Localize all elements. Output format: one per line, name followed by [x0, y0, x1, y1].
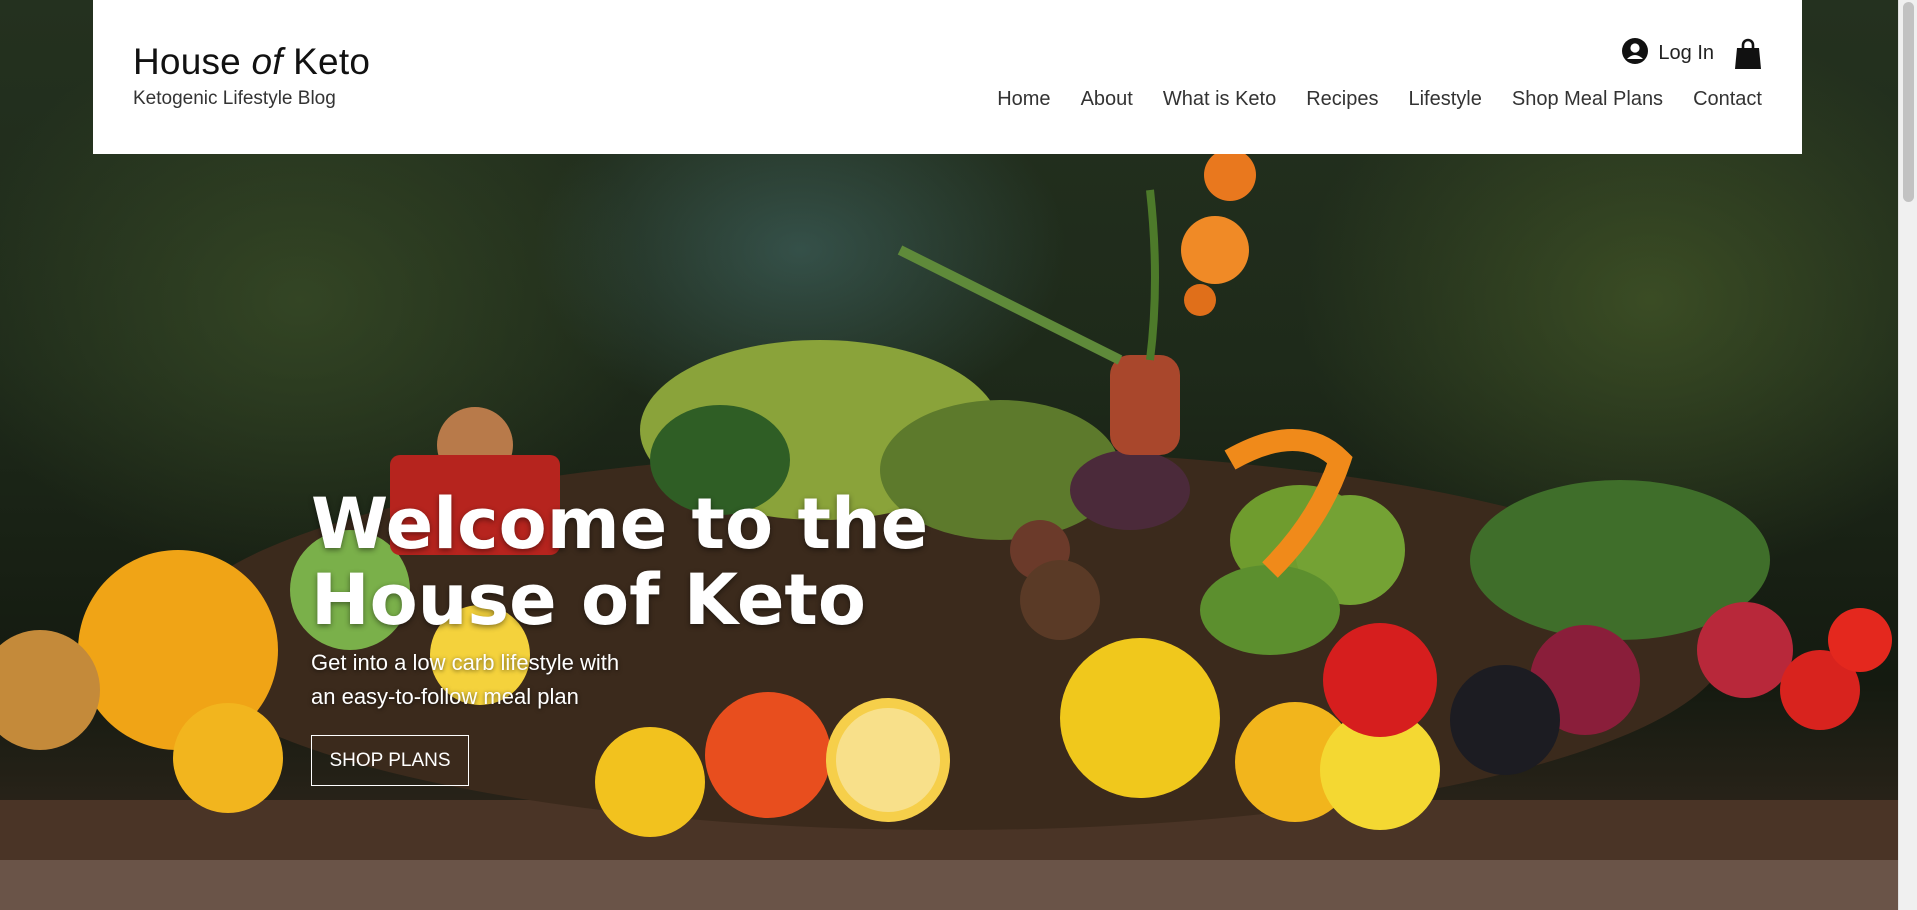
shop-plans-button[interactable]: SHOP PLANS — [311, 735, 469, 786]
page-scrollbar[interactable] — [1898, 0, 1917, 910]
site-title-suffix: Keto — [282, 41, 371, 82]
nav-item-home[interactable]: Home — [997, 88, 1050, 111]
site-title-italic: of — [251, 41, 283, 82]
hero-subtitle: Get into a low carb lifestyle with an ea… — [311, 646, 671, 714]
site-header: House of Keto Ketogenic Lifestyle Blog L… — [93, 0, 1802, 154]
hero-title-line-2: House of Keto — [311, 559, 866, 641]
site-title-prefix: House — [133, 41, 252, 82]
site-brand[interactable]: House of Keto Ketogenic Lifestyle Blog — [133, 40, 370, 110]
nav-item-about[interactable]: About — [1081, 88, 1133, 111]
shopping-bag-icon — [1734, 38, 1762, 74]
site-tagline: Ketogenic Lifestyle Blog — [133, 88, 336, 110]
cart-button[interactable] — [1734, 38, 1764, 72]
main-nav: Home About What is Keto Recipes Lifestyl… — [997, 88, 1762, 111]
login-label: Log In — [1658, 42, 1714, 64]
scrollbar-thumb[interactable] — [1903, 2, 1914, 202]
nav-item-lifestyle[interactable]: Lifestyle — [1408, 88, 1481, 111]
hero-title-line-1: Welcome to the — [311, 483, 929, 565]
hero-subtitle-line-1: Get into a low carb lifestyle with — [311, 650, 620, 675]
nav-item-what-is-keto[interactable]: What is Keto — [1163, 88, 1276, 111]
hero-subtitle-line-2: an easy-to-follow meal plan — [311, 684, 579, 709]
site-title[interactable]: House of Keto — [133, 40, 370, 84]
nav-item-contact[interactable]: Contact — [1693, 88, 1762, 111]
nav-item-shop-meal-plans[interactable]: Shop Meal Plans — [1512, 88, 1663, 111]
nav-item-recipes[interactable]: Recipes — [1306, 88, 1378, 111]
login-button[interactable]: Log In — [1622, 38, 1714, 69]
user-circle-icon — [1622, 38, 1649, 69]
hero-title: Welcome to the House of Keto — [311, 486, 951, 638]
